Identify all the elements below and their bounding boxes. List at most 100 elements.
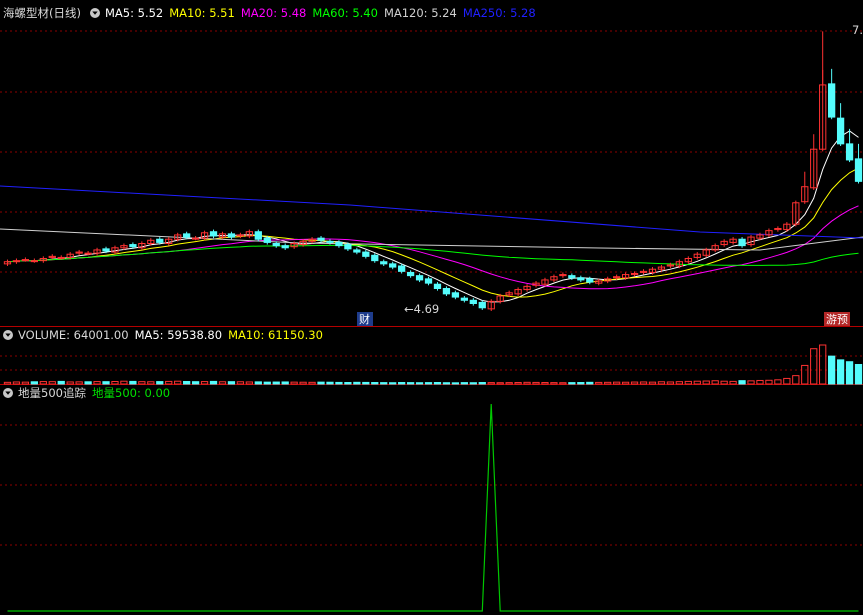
- indicator-settings-icon[interactable]: [3, 388, 13, 398]
- volume-bars: [3, 344, 863, 385]
- volume-bar: [21, 381, 30, 385]
- volume-bar: [398, 382, 406, 385]
- candle-body: [227, 233, 236, 238]
- volume-bar: [66, 381, 74, 385]
- candle-body: [460, 297, 468, 301]
- candle-body: [433, 283, 442, 290]
- volume-bar: [845, 361, 854, 385]
- volume-bar: [702, 380, 710, 385]
- volume-ma-item: MA5: 59538.80: [135, 328, 223, 342]
- volume-bar: [424, 382, 433, 385]
- candlesticks: [3, 31, 863, 311]
- volume-bar: [675, 381, 683, 385]
- candle-body: [263, 237, 271, 243]
- ma-line: [7, 130, 859, 303]
- candle-body: [380, 261, 388, 265]
- volume-bar: [174, 380, 182, 385]
- volume-bar: [684, 380, 692, 385]
- low-price-label: ←4.69: [404, 302, 439, 316]
- volume-bar: [810, 348, 818, 385]
- ma-legend: MA5: 5.52 MA10: 5.51 MA20: 5.48 MA60: 5.40 M…: [105, 6, 536, 20]
- volume-bar: [272, 381, 280, 385]
- candle-body: [183, 233, 191, 238]
- volume-bar: [819, 344, 827, 385]
- volume-bar: [120, 380, 128, 385]
- candle-body: [57, 256, 65, 259]
- volume-bar: [783, 377, 791, 385]
- volume-bar: [523, 381, 531, 385]
- candle-body: [371, 254, 379, 262]
- volume-bar: [433, 382, 442, 385]
- settings-icon[interactable]: [90, 8, 100, 18]
- volume-bar: [514, 382, 522, 385]
- volume-ma-item: MA10: 61150.30: [228, 328, 323, 342]
- candle-body: [738, 238, 746, 247]
- volume-bar: [595, 381, 603, 385]
- volume-settings-icon[interactable]: [3, 330, 13, 340]
- volume-bar: [3, 381, 12, 385]
- volume-bar: [406, 382, 415, 385]
- volume-bar: [245, 381, 253, 385]
- volume-bar: [621, 381, 630, 385]
- volume-bar: [586, 381, 594, 385]
- candle-body: [209, 231, 218, 237]
- volume-bar: [308, 381, 316, 385]
- forecast-marker-label: 游预: [826, 313, 848, 326]
- candle-body: [326, 240, 334, 243]
- ma-legend-item: MA60: 5.40: [312, 6, 378, 20]
- volume-legend: VOLUME: 64001.00 MA5: 59538.80 MA10: 61150…: [18, 328, 323, 342]
- volume-bar: [792, 375, 800, 385]
- indicator-series-line: [7, 403, 859, 612]
- candle-body: [344, 244, 352, 250]
- candle-body: [389, 263, 397, 268]
- volume-bar: [747, 380, 755, 385]
- volume-bar: [344, 382, 352, 385]
- volume-bar: [801, 364, 809, 385]
- volume-bar: [281, 381, 289, 385]
- volume-bar: [541, 382, 549, 385]
- volume-bar: [165, 380, 173, 385]
- volume-bar: [227, 381, 236, 385]
- indicator-value: 地量500: 0.00: [92, 386, 170, 400]
- volume-bar: [478, 382, 486, 385]
- candle-body: [836, 117, 845, 145]
- volume-bar: [111, 380, 119, 385]
- volume-bar: [12, 381, 21, 385]
- volume-bar: [147, 381, 155, 385]
- volume-bar: [648, 381, 657, 385]
- volume-bar: [442, 382, 451, 385]
- volume-bar: [218, 381, 227, 385]
- volume-bar: [263, 381, 271, 385]
- moving-average-lines: [0, 130, 863, 303]
- candle-body: [398, 265, 406, 272]
- volume-bar: [200, 381, 209, 385]
- volume-bar: [93, 381, 101, 385]
- volume-bar: [550, 382, 558, 385]
- volume-bar: [75, 381, 83, 385]
- candle-body: [254, 231, 262, 240]
- volume-bar: [613, 381, 621, 385]
- candle-body: [469, 299, 477, 304]
- candle-body: [845, 143, 854, 161]
- volume-bar: [209, 380, 218, 385]
- candle-body: [21, 259, 30, 262]
- candle-body: [362, 251, 370, 257]
- volume-bar: [362, 381, 370, 385]
- volume-bar: [469, 382, 477, 385]
- volume-bar: [854, 364, 863, 385]
- candle-body: [406, 271, 415, 277]
- candle-body: [272, 243, 280, 247]
- volume-bar: [183, 380, 191, 385]
- volume-bar: [389, 382, 397, 385]
- candle-body: [854, 158, 863, 182]
- volume-bar: [720, 380, 728, 385]
- volume-bar: [415, 382, 424, 385]
- volume-bar: [57, 380, 65, 385]
- volume-bar: [639, 381, 648, 385]
- ma-legend-item: MA20: 5.48: [241, 6, 307, 20]
- volume-bar: [129, 380, 137, 385]
- candle-body: [442, 288, 451, 295]
- volume-bar: [693, 380, 701, 385]
- volume-bar: [326, 381, 334, 385]
- candle-body: [30, 260, 38, 263]
